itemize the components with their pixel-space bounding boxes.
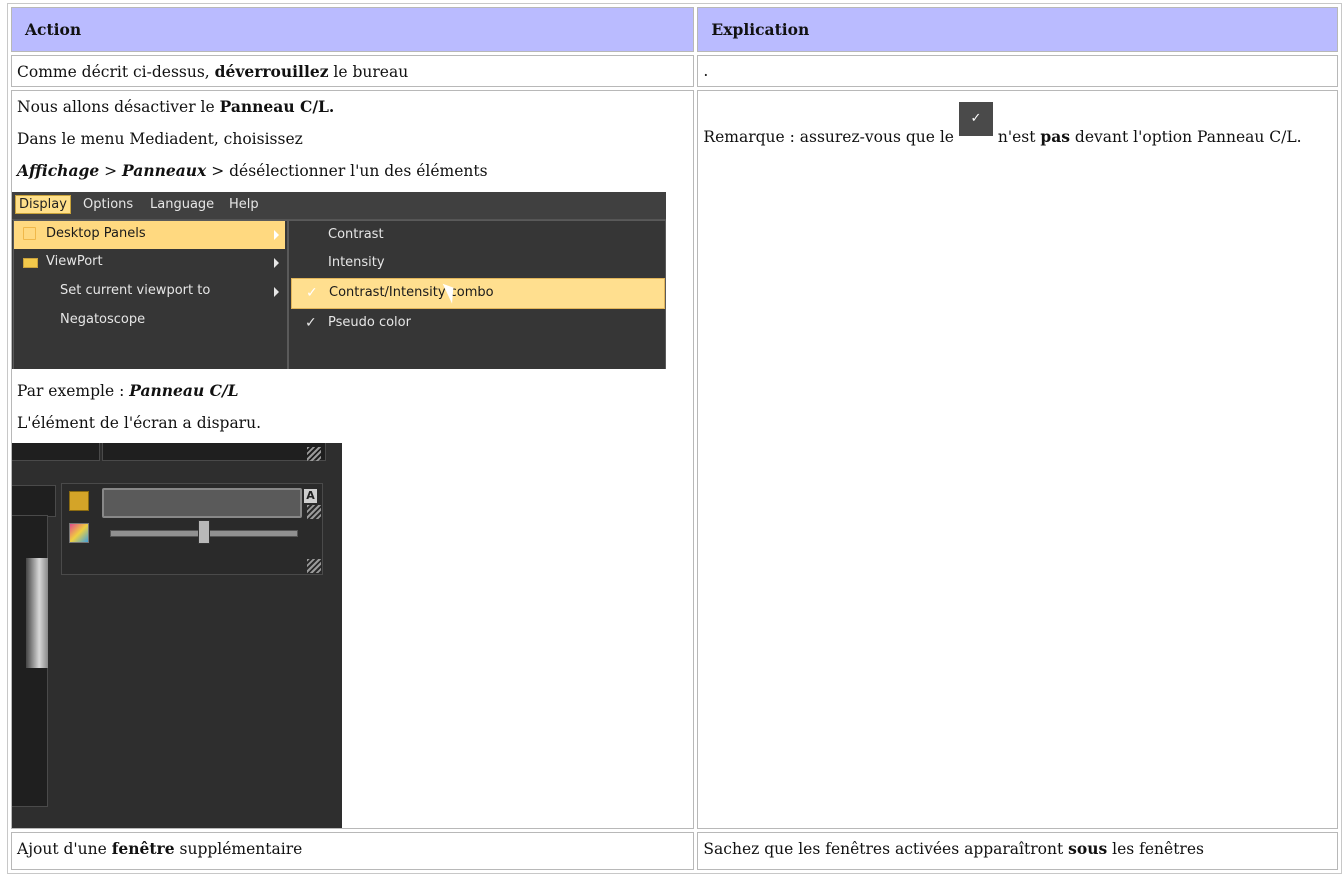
disappeared-line: L'élément de l'écran a disparu.	[17, 414, 262, 432]
menu-path: Affichage > Panneaux > désélectionner l'…	[17, 161, 688, 181]
row1-action: Comme décrit ci-dessus, déverrouillez le…	[11, 55, 695, 87]
table-header-row: Action Explication	[11, 7, 1338, 52]
menu-bar: Display Options Language Help	[12, 192, 666, 220]
check-icon: ✓	[305, 315, 317, 331]
resize-grip-icon[interactable]	[307, 559, 321, 573]
xray-image	[26, 558, 48, 668]
chevron-right-icon	[274, 258, 279, 268]
row3-explication: Sachez que les fenêtres activées apparaî…	[697, 832, 1338, 870]
chevron-right-icon	[274, 287, 279, 297]
slider-thumb[interactable]	[198, 520, 210, 544]
row1-text-end: le bureau	[328, 62, 409, 81]
path-sep: >	[99, 162, 123, 180]
color-icon[interactable]	[69, 523, 89, 543]
panel-frame	[12, 443, 100, 461]
row2-line1-text: Nous allons désactiver le	[17, 98, 220, 116]
row2-line1-bold: Panneau C/L.	[219, 97, 335, 116]
menu-options[interactable]: Options	[83, 197, 133, 212]
table-row: Comme décrit ci-dessus, déverrouillez le…	[11, 55, 1338, 87]
example-bold: Panneau C/L	[129, 381, 239, 400]
note-text: Remarque : assurez-vous que le	[703, 128, 959, 146]
a-icon[interactable]: A	[304, 489, 317, 503]
yellow-tool-icon[interactable]	[69, 491, 89, 511]
folder-icon	[23, 227, 36, 240]
submenu-contrast[interactable]: Contrast	[291, 221, 663, 250]
row1-explication: .	[697, 55, 1338, 87]
menu-item-label: Negatoscope	[60, 312, 146, 327]
example-text: Par exemple :	[17, 382, 130, 400]
row3-text-end: supplémentaire	[174, 840, 303, 858]
check-icon: ✓	[306, 285, 318, 301]
submenu-label: Intensity	[328, 255, 385, 270]
row3-bold: fenêtre	[111, 839, 175, 858]
example-line: Par exemple : Panneau C/L	[17, 381, 688, 401]
row3-note-end: les fenêtres	[1107, 840, 1204, 858]
table-row: Nous allons désactiver le Panneau C/L. D…	[11, 90, 1338, 829]
panel-screenshot: A	[12, 443, 342, 828]
row3-action: Ajout d'une fenêtre supplémentaire	[11, 832, 695, 870]
row1-bold: déverrouillez	[214, 61, 329, 81]
checkmark-icon: ✓	[958, 102, 993, 136]
row3-text: Ajout d'une	[17, 840, 112, 858]
row2-line1: Nous allons désactiver le Panneau C/L.	[17, 97, 688, 117]
path-affichage: Affichage	[17, 161, 100, 180]
submenu-contrast-intensity-combo[interactable]: ✓ Contrast/Intensity combo	[291, 278, 665, 309]
submenu-pseudo-color[interactable]: ✓ Pseudo color	[291, 309, 663, 338]
instruction-table: Action Explication Comme décrit ci-dessu…	[7, 3, 1342, 874]
display-dropdown: Desktop Panels ViewPort Set current view…	[13, 220, 288, 369]
resize-grip-icon[interactable]	[307, 447, 321, 461]
row2-line2: Dans le menu Mediadent, choisissez	[17, 130, 303, 148]
path-sep: >	[206, 162, 230, 180]
row2-explication: Remarque : assurez-vous que le ✓ n'est p…	[697, 90, 1338, 829]
submenu-intensity[interactable]: Intensity	[291, 249, 663, 278]
menu-item-set-viewport[interactable]: Set current viewport to	[14, 278, 285, 306]
menu-screenshot: Display Options Language Help Desktop Pa…	[12, 192, 666, 369]
note-paragraph: Remarque : assurez-vous que le ✓ n'est p…	[703, 102, 1332, 161]
panel-frame	[12, 485, 56, 517]
submenu-label: Contrast	[328, 227, 384, 242]
menu-item-label: Set current viewport to	[60, 283, 211, 298]
note-bold: pas	[1040, 127, 1070, 146]
menu-item-desktop-panels[interactable]: Desktop Panels	[14, 221, 285, 249]
table-row: Ajout d'une fenêtre supplémentaire Sache…	[11, 832, 1338, 870]
resize-grip-icon[interactable]	[307, 505, 321, 519]
panel-frame	[102, 443, 326, 461]
panels-submenu: Contrast Intensity ✓ Contrast/Intensity …	[288, 220, 666, 369]
header-explication: Explication	[697, 7, 1338, 52]
menu-item-label: ViewPort	[46, 254, 103, 269]
header-action: Action	[11, 7, 695, 52]
value-field[interactable]	[102, 488, 302, 518]
menu-language[interactable]: Language	[150, 197, 214, 212]
chevron-right-icon	[274, 230, 279, 240]
row2-action: Nous allons désactiver le Panneau C/L. D…	[11, 90, 695, 829]
menu-display[interactable]: Display	[15, 195, 71, 214]
menu-item-label: Desktop Panels	[46, 226, 146, 241]
row1-text: Comme décrit ci-dessus,	[17, 62, 215, 81]
menu-help[interactable]: Help	[229, 197, 259, 212]
menu-item-viewport[interactable]: ViewPort	[14, 249, 285, 277]
note-text-end: devant l'option Panneau C/L.	[1069, 128, 1302, 146]
submenu-label: Pseudo color	[328, 315, 411, 330]
submenu-label: Contrast/Intensity combo	[329, 285, 494, 300]
viewport-icon	[23, 258, 38, 268]
row3-note: Sachez que les fenêtres activées apparaî…	[703, 840, 1069, 858]
path-rest: désélectionner l'un des éléments	[229, 162, 488, 180]
note-text-mid: n'est	[992, 128, 1041, 146]
path-panneaux: Panneaux	[122, 161, 207, 180]
menu-item-negatoscope[interactable]: Negatoscope	[14, 307, 285, 335]
row3-note-bold: sous	[1068, 839, 1108, 858]
